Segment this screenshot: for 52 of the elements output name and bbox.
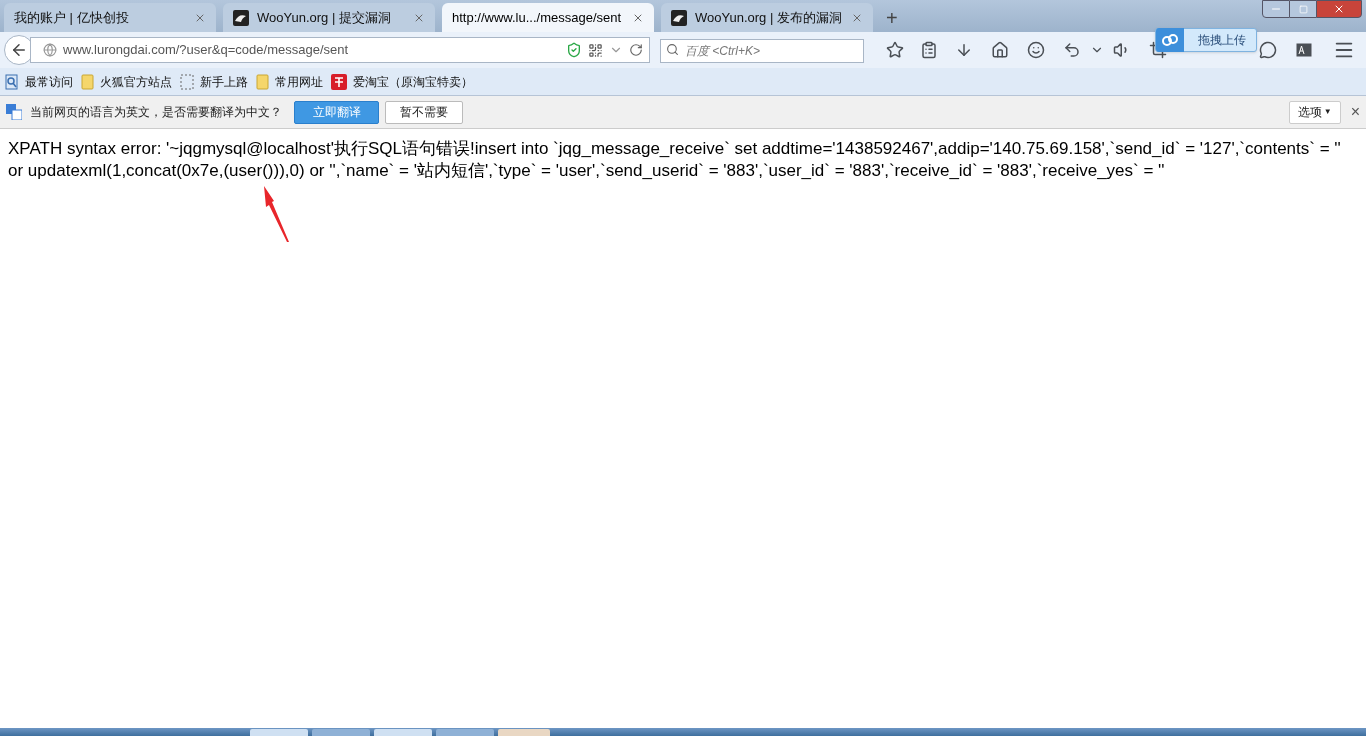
search-field[interactable]: 百度 <Ctrl+K> [660, 39, 864, 63]
browser-tab[interactable]: WooYun.org | 发布的漏洞 [661, 3, 873, 32]
tab-title: WooYun.org | 发布的漏洞 [695, 8, 843, 27]
smiley-icon[interactable] [1027, 41, 1045, 59]
browser-tab[interactable]: 我的账户 | 亿快创投 [4, 3, 216, 32]
close-bar-button[interactable]: × [1350, 100, 1360, 124]
bookmark-item[interactable]: 火狐官方站点 [81, 72, 172, 91]
arrow-annotation [262, 185, 292, 243]
dismiss-button[interactable]: 暂不需要 [385, 100, 463, 124]
chat-icon[interactable] [1259, 41, 1277, 59]
caret-icon: ▼ [1323, 106, 1332, 118]
globe-icon [43, 43, 57, 57]
browser-tab[interactable]: WooYun.org | 提交漏洞 [223, 3, 435, 32]
search-icon [666, 43, 679, 56]
shield-icon [566, 42, 582, 58]
tab-title: 我的账户 | 亿快创投 [14, 8, 130, 27]
undo-icon[interactable] [1063, 41, 1081, 59]
bookmark-item[interactable]: 常用网址 [256, 72, 323, 91]
tab-title: http://www.lu.../message/sent [452, 8, 623, 27]
address-bar[interactable]: www.lurongdai.com/?user&q=code/message/sent [30, 37, 650, 63]
upload-label: 拖拽上传 [1198, 32, 1246, 49]
star-icon[interactable] [886, 41, 904, 59]
tao-icon [331, 73, 347, 90]
magnifier-icon [5, 73, 19, 90]
maximize-button[interactable] [1290, 0, 1316, 18]
home-icon[interactable] [991, 41, 1009, 59]
logo-icon [233, 9, 249, 26]
clipboard-icon[interactable] [920, 41, 938, 59]
options-button[interactable]: 选项 ▼ [1288, 100, 1341, 124]
minimize-button[interactable] [1262, 0, 1290, 18]
logo-icon [671, 9, 687, 26]
address-text: www.lurongdai.com/?user&q=code/message/sent [63, 41, 350, 60]
blank-page-icon [180, 73, 194, 90]
browser-tab[interactable]: http://www.lu.../message/sent [442, 3, 654, 32]
translate-message: 当前网页的语言为英文，是否需要翻译为中文？ [30, 104, 282, 121]
tab-title: WooYun.org | 提交漏洞 [257, 8, 392, 27]
cloud-icon [1161, 33, 1179, 47]
bookmark-item[interactable]: 爱淘宝（原淘宝特卖） [331, 72, 473, 91]
bookmark-item[interactable]: 最常访问 [5, 72, 73, 91]
folder-icon [256, 73, 269, 90]
maximize-icon [1298, 4, 1308, 14]
download-icon[interactable] [955, 41, 973, 59]
bookmark-item[interactable]: 新手上路 [180, 72, 248, 91]
upload-popup[interactable]: 拖拽上传 [1155, 28, 1257, 52]
folder-icon [81, 73, 94, 90]
close-icon [1333, 3, 1345, 15]
translate-icon [6, 104, 22, 120]
qr-code-icon[interactable] [588, 42, 603, 58]
error-message: XPATH syntax error: '~jqgmysql@localhost'执行SQL语句错误!insert into `jqg_message_receive` set addtime='1438592467',addip='140.75.69.158',`send_id` = '127',`contents` = '' or updatexml(1,concat(0x7e,(user())),0) or '',`name` = '站内短信',`type` = 'user',`send_userid` = '883',`user_id` = '883',`receive_id` = '883',`receive_yes` = '' [8, 138, 1342, 182]
reload-icon[interactable] [629, 43, 643, 57]
text-style-icon[interactable] [1296, 43, 1312, 57]
new-tab-button[interactable]: + [880, 3, 904, 32]
